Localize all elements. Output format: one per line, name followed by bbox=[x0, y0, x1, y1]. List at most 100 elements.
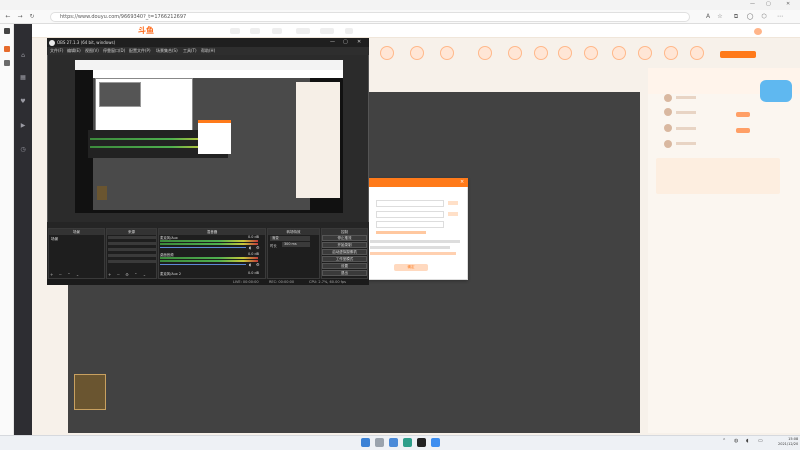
chat-username bbox=[676, 96, 696, 99]
feature-icon[interactable] bbox=[558, 46, 572, 60]
source-item[interactable] bbox=[108, 236, 156, 239]
broadcast-button[interactable] bbox=[720, 51, 756, 58]
stream-key-field[interactable] bbox=[376, 211, 444, 218]
dialog-close-icon[interactable]: × bbox=[460, 179, 464, 185]
dialog-link[interactable] bbox=[376, 231, 426, 234]
source-item[interactable] bbox=[108, 254, 156, 257]
virtual-camera-button[interactable]: 启动虚拟摄像机 bbox=[322, 249, 367, 255]
gift-panel[interactable] bbox=[74, 374, 106, 410]
nested-dialog bbox=[198, 120, 231, 154]
line-select[interactable] bbox=[376, 221, 444, 228]
volume-icon[interactable]: ◖ bbox=[746, 438, 749, 444]
chevron-up-icon[interactable]: ⌃ bbox=[722, 438, 726, 444]
chat-announcement bbox=[656, 158, 780, 194]
obs-taskbar-icon[interactable] bbox=[417, 438, 426, 447]
speaker-icon[interactable]: ◖ bbox=[249, 245, 251, 250]
tab-icon[interactable] bbox=[4, 60, 10, 66]
obs-menu-item[interactable]: 视图(V) bbox=[85, 47, 99, 55]
obs-menu-item[interactable]: 场景集合(S) bbox=[156, 47, 178, 55]
follow-icon[interactable]: ♥ bbox=[18, 98, 28, 108]
task-view-icon[interactable] bbox=[389, 438, 398, 447]
gear-icon[interactable]: ⚙ bbox=[256, 262, 260, 267]
copy-key-button[interactable] bbox=[448, 212, 458, 216]
nav-item[interactable] bbox=[250, 28, 260, 34]
speaker-icon[interactable]: ◖ bbox=[249, 262, 251, 267]
feature-icon[interactable] bbox=[508, 46, 522, 60]
obs-menu-item[interactable]: 配置文件(P) bbox=[129, 47, 151, 55]
tab-icon[interactable] bbox=[4, 28, 10, 34]
transition-select[interactable]: 渐变 bbox=[270, 236, 310, 241]
back-icon[interactable]: ← bbox=[4, 13, 12, 21]
nav-item[interactable] bbox=[296, 28, 310, 34]
favorites-icon[interactable]: ☆ bbox=[716, 13, 724, 21]
history-icon[interactable]: ◷ bbox=[18, 146, 28, 156]
volume-slider[interactable] bbox=[160, 264, 246, 265]
video-icon[interactable]: ▶ bbox=[18, 122, 28, 132]
feature-icon[interactable] bbox=[534, 46, 548, 60]
copy-server-button[interactable] bbox=[448, 201, 458, 205]
forward-icon[interactable]: → bbox=[16, 13, 24, 21]
address-bar[interactable]: https://www.douyu.com/9669340?_t=1766212… bbox=[50, 12, 690, 22]
search-icon[interactable] bbox=[375, 438, 384, 447]
nav-item[interactable] bbox=[320, 28, 334, 34]
scene-item[interactable]: 场景 bbox=[49, 235, 104, 244]
feature-icon[interactable] bbox=[638, 46, 652, 60]
obs-close-icon[interactable]: ✕ bbox=[357, 39, 361, 45]
site-logo[interactable]: 斗鱼 bbox=[138, 25, 168, 36]
network-icon[interactable]: ◍ bbox=[734, 438, 738, 444]
maximize-icon[interactable]: ▢ bbox=[766, 1, 771, 7]
exit-button[interactable]: 退出 bbox=[322, 270, 367, 276]
mixer-meter bbox=[160, 260, 258, 262]
feature-icon[interactable] bbox=[440, 46, 454, 60]
dialog-confirm-button[interactable]: 确定 bbox=[394, 264, 428, 271]
volume-slider[interactable] bbox=[160, 247, 246, 248]
profile-icon[interactable]: ◯ bbox=[746, 13, 754, 21]
collections-icon[interactable]: ⧉ bbox=[732, 13, 740, 21]
obs-menu-item[interactable]: 停靠窗口(D) bbox=[103, 47, 125, 55]
nav-item[interactable] bbox=[230, 28, 240, 34]
start-icon[interactable] bbox=[361, 438, 370, 447]
obs-menu-item[interactable]: 工具(T) bbox=[183, 47, 197, 55]
app-taskbar-icon[interactable] bbox=[431, 438, 440, 447]
source-item[interactable] bbox=[108, 260, 156, 263]
nav-item[interactable] bbox=[345, 28, 353, 34]
start-recording-button[interactable]: 开始录制 bbox=[322, 242, 367, 248]
feature-icon[interactable] bbox=[584, 46, 598, 60]
feature-icon[interactable] bbox=[478, 46, 492, 60]
server-field[interactable] bbox=[376, 200, 444, 207]
close-icon[interactable]: ✕ bbox=[786, 1, 790, 7]
minimize-icon[interactable]: — bbox=[750, 1, 755, 7]
feature-icon[interactable] bbox=[410, 46, 424, 60]
source-item[interactable] bbox=[108, 242, 156, 245]
duration-input[interactable]: 300 ms bbox=[282, 242, 310, 247]
source-item[interactable] bbox=[108, 248, 156, 251]
obs-menu-item[interactable]: 文件(F) bbox=[50, 47, 63, 55]
battery-icon[interactable]: ▭ bbox=[758, 438, 763, 444]
obs-menu-item[interactable]: 帮助(H) bbox=[201, 47, 215, 55]
edge-icon[interactable] bbox=[403, 438, 412, 447]
scene-toolbar[interactable]: + − ⌃ ⌄ bbox=[50, 272, 81, 277]
source-toolbar[interactable]: + − ⚙ ⌃ ⌄ bbox=[108, 272, 148, 277]
system-clock[interactable]: 15:08 2021/12/20 bbox=[778, 437, 798, 447]
promo-badge[interactable] bbox=[760, 80, 792, 102]
translate-icon[interactable]: A bbox=[704, 13, 712, 21]
refresh-icon[interactable]: ↻ bbox=[28, 13, 36, 21]
category-icon[interactable]: ▦ bbox=[18, 74, 28, 84]
feature-icon[interactable] bbox=[664, 46, 678, 60]
feature-icon[interactable] bbox=[690, 46, 704, 60]
home-icon[interactable]: ⌂ bbox=[18, 52, 28, 62]
studio-mode-button[interactable]: 工作室模式 bbox=[322, 256, 367, 262]
nav-item[interactable] bbox=[272, 28, 282, 34]
obs-minimize-icon[interactable]: — bbox=[330, 39, 335, 45]
menu-icon[interactable]: ⋯ bbox=[776, 13, 784, 21]
obs-menu-item[interactable]: 编辑(E) bbox=[67, 47, 81, 55]
user-avatar[interactable] bbox=[754, 28, 762, 35]
settings-button[interactable]: 设置 bbox=[322, 263, 367, 269]
obs-maximize-icon[interactable]: ▢ bbox=[343, 39, 348, 45]
stop-streaming-button[interactable]: 停止推流 bbox=[322, 235, 367, 241]
feature-icon[interactable] bbox=[380, 46, 394, 60]
gear-icon[interactable]: ⚙ bbox=[256, 245, 260, 250]
feature-icon[interactable] bbox=[612, 46, 626, 60]
extensions-icon[interactable]: ⬡ bbox=[760, 13, 768, 21]
tab-icon[interactable] bbox=[4, 46, 10, 52]
